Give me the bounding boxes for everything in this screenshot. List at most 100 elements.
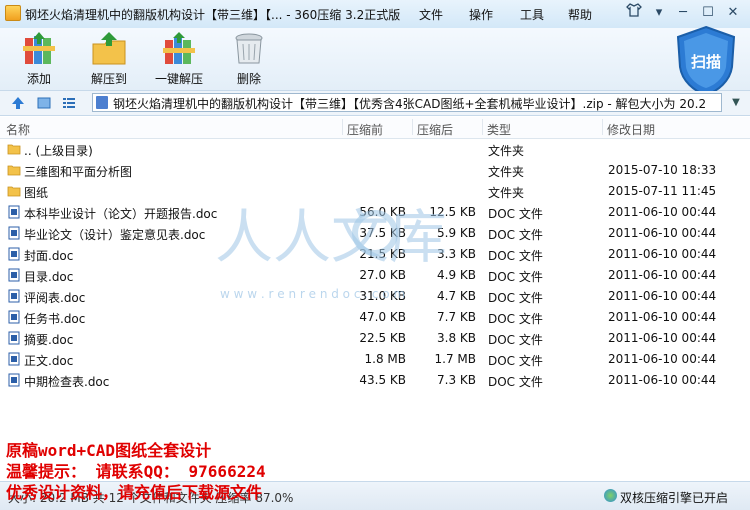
delete-label: 删除	[236, 72, 261, 86]
file-name: 毕业论文（设计）鉴定意见表.doc	[24, 228, 206, 242]
file-row[interactable]: 中期检查表.doc 43.5 KB 7.3 KB DOC 文件 2011-06-10 0…	[0, 370, 750, 391]
maximize-icon[interactable]: ☐	[697, 3, 719, 23]
file-packed-size: 7.3 KB	[437, 373, 476, 387]
file-modified: 2011-06-10 00:44	[608, 268, 717, 282]
column-divider[interactable]	[482, 119, 483, 135]
promo-overlay: 原稿word+CAD图纸全套设计 温馨提示： 请联系QQ： 97666224 优…	[6, 440, 266, 503]
menu-help[interactable]: 帮助	[568, 6, 592, 23]
doc-file-icon	[8, 226, 20, 240]
one-click-extract-button[interactable]: 一键解压	[149, 32, 209, 88]
file-modified: 2015-07-10 18:33	[608, 163, 717, 177]
list-view-icon[interactable]	[61, 95, 77, 111]
up-arrow-icon[interactable]	[10, 95, 26, 111]
file-row[interactable]: 封面.doc 21.5 KB 3.3 KB DOC 文件 2011-06-10 00:4…	[0, 244, 750, 265]
promo-line-2: 温馨提示： 请联系QQ： 97666224	[6, 462, 266, 481]
one-click-extract-label: 一键解压	[154, 72, 203, 86]
address-field[interactable]: 钢坯火焰清理机中的翻版机构设计【带三维】【优秀含4张CAD图纸+全套机械毕业设计…	[92, 93, 722, 112]
file-name: 中期检查表.doc	[24, 375, 110, 389]
window-title: 钢坯火焰清理机中的翻版机构设计【带三维】【... - 360压缩 3.2正式版	[25, 8, 401, 22]
file-type: 文件夹	[488, 165, 525, 179]
doc-file-icon	[8, 247, 20, 261]
file-packed-size: 7.7 KB	[437, 310, 476, 324]
file-size: 56.0 KB	[359, 205, 406, 219]
column-name[interactable]: 名称	[6, 121, 30, 138]
column-divider[interactable]	[342, 119, 343, 135]
file-size: 22.5 KB	[359, 331, 406, 345]
file-modified: 2011-06-10 00:44	[608, 352, 717, 366]
file-size: 47.0 KB	[359, 310, 406, 324]
one-click-extract-icon	[163, 32, 195, 64]
file-type: DOC 文件	[488, 207, 543, 221]
file-row[interactable]: 毕业论文（设计）鉴定意见表.doc 37.5 KB 5.9 KB DOC 文件 2011…	[0, 223, 750, 244]
menu-arrow-icon[interactable]: ▾	[648, 3, 670, 23]
doc-file-icon	[8, 289, 20, 303]
file-name: 评阅表.doc	[24, 291, 86, 305]
folder-icon	[7, 144, 21, 155]
extract-to-icon	[92, 32, 126, 65]
column-divider[interactable]	[412, 119, 413, 135]
doc-file-icon	[8, 310, 20, 324]
file-modified: 2011-06-10 00:44	[608, 373, 717, 387]
menu-operate[interactable]: 操作	[469, 6, 493, 23]
engine-status: 双核压缩引擎已开启	[620, 491, 729, 505]
column-divider[interactable]	[602, 119, 603, 135]
doc-file-icon	[8, 331, 20, 345]
file-row[interactable]: 摘要.doc 22.5 KB 3.8 KB DOC 文件 2011-06-10 00:4…	[0, 328, 750, 349]
file-packed-size: 3.8 KB	[437, 331, 476, 345]
delete-button[interactable]: 删除	[219, 32, 279, 88]
folder-icon	[7, 165, 21, 176]
file-packed-size: 4.9 KB	[437, 268, 476, 282]
file-packed-size: 12.5 KB	[429, 205, 476, 219]
file-type: 文件夹	[488, 186, 525, 200]
file-packed-size: 5.9 KB	[437, 226, 476, 240]
trash-can-icon	[235, 33, 263, 64]
file-size: 21.5 KB	[359, 247, 406, 261]
skin-icon[interactable]	[623, 3, 645, 23]
file-row[interactable]: 三维图和平面分析图 文件夹 2015-07-10 18:33	[0, 160, 750, 181]
column-type[interactable]: 类型	[487, 121, 511, 138]
file-type: DOC 文件	[488, 270, 543, 284]
file-type: 文件夹	[488, 144, 525, 158]
address-dropdown-icon[interactable]: ▼	[726, 93, 746, 112]
add-button[interactable]: 添加	[9, 32, 69, 88]
file-modified: 2011-06-10 00:44	[608, 226, 717, 240]
file-size: 31.0 KB	[359, 289, 406, 303]
file-packed-size: 4.7 KB	[437, 289, 476, 303]
minimize-icon[interactable]: ─	[672, 3, 694, 23]
file-row[interactable]: 评阅表.doc 31.0 KB 4.7 KB DOC 文件 2011-06-10 00:…	[0, 286, 750, 307]
extract-to-label: 解压到	[90, 72, 127, 86]
file-size: 1.8 MB	[364, 352, 406, 366]
file-row[interactable]: 目录.doc 27.0 KB 4.9 KB DOC 文件 2011-06-10 00:4…	[0, 265, 750, 286]
close-icon[interactable]: ✕	[722, 3, 744, 23]
promo-line-1: 原稿word+CAD图纸全套设计	[6, 441, 212, 460]
thumbnail-view-icon[interactable]	[36, 95, 52, 111]
file-row[interactable]: 任务书.doc 47.0 KB 7.7 KB DOC 文件 2011-06-10 00:…	[0, 307, 750, 328]
doc-file-icon	[8, 268, 20, 282]
file-name: 摘要.doc	[24, 333, 74, 347]
column-packed[interactable]: 压缩后	[417, 121, 453, 138]
file-list: .. (上级目录) 文件夹 三维图和平面分析图 文件夹 2015-07-10 18:33…	[0, 139, 750, 441]
folder-icon	[7, 186, 21, 197]
file-row[interactable]: 图纸 文件夹 2015-07-11 11:45	[0, 181, 750, 202]
file-row[interactable]: 本科毕业设计（论文）开题报告.doc 56.0 KB 12.5 KB DOC 文件 20…	[0, 202, 750, 223]
column-size[interactable]: 压缩前	[347, 121, 383, 138]
add-books-icon	[23, 32, 55, 64]
address-path: 钢坯火焰清理机中的翻版机构设计【带三维】【优秀含4张CAD图纸+全套机械毕业设计…	[113, 97, 707, 111]
doc-file-icon	[8, 205, 20, 219]
toolbar: 添加 解压到 一键解压 删除	[0, 28, 750, 91]
column-modified[interactable]: 修改日期	[607, 121, 655, 138]
file-modified: 2015-07-11 11:45	[608, 184, 717, 198]
scan-button[interactable]: 扫描	[674, 25, 738, 97]
menu-tools[interactable]: 工具	[520, 6, 544, 23]
file-type: DOC 文件	[488, 354, 543, 368]
file-name: 任务书.doc	[24, 312, 86, 326]
extract-to-button[interactable]: 解压到	[79, 32, 139, 88]
file-type: DOC 文件	[488, 375, 543, 389]
zip-archive-icon	[96, 96, 108, 109]
file-row[interactable]: .. (上级目录) 文件夹	[0, 139, 750, 160]
promo-line-3: 优秀设计资料，请充值后下载源文件	[6, 483, 263, 502]
menu-file[interactable]: 文件	[419, 6, 443, 23]
file-modified: 2011-06-10 00:44	[608, 310, 717, 324]
scan-label: 扫描	[690, 53, 721, 71]
file-row[interactable]: 正文.doc 1.8 MB 1.7 MB DOC 文件 2011-06-10 00:44	[0, 349, 750, 370]
